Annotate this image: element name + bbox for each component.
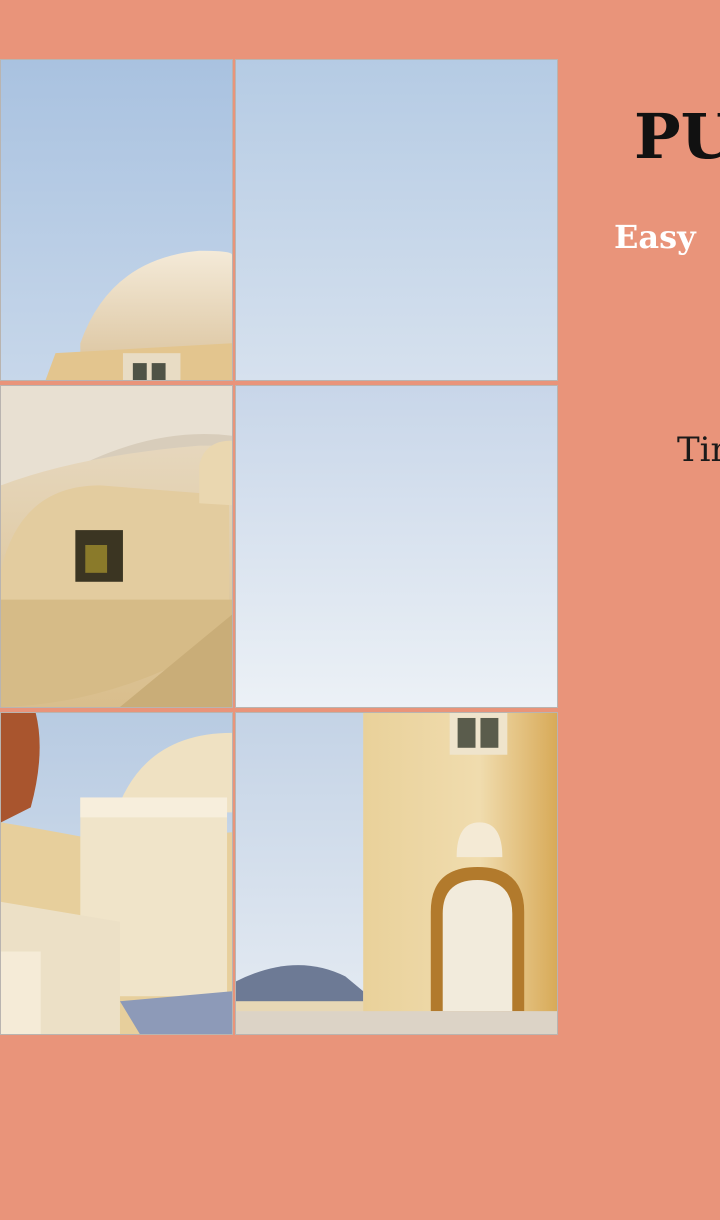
puzzle-tile[interactable] <box>235 712 558 1035</box>
tower-door-image <box>236 713 557 1034</box>
puzzle-screen: PU Easy Tin <box>0 0 720 1220</box>
game-title: PU <box>634 100 720 173</box>
sky-image <box>236 60 557 380</box>
sky-gradient-image <box>236 386 557 707</box>
puzzle-tile[interactable] <box>235 385 558 708</box>
dome-roof-image <box>1 60 232 380</box>
puzzle-tile[interactable] <box>235 59 558 381</box>
vase-rooftops-image <box>1 713 232 1034</box>
puzzle-tile[interactable] <box>0 385 233 708</box>
puzzle-board <box>0 59 558 1035</box>
puzzle-tile[interactable] <box>0 712 233 1035</box>
difficulty-selector[interactable]: Easy <box>614 218 696 256</box>
rooftops-window-image <box>1 386 232 707</box>
timer-label: Tin <box>677 430 720 470</box>
puzzle-tile[interactable] <box>0 59 233 381</box>
